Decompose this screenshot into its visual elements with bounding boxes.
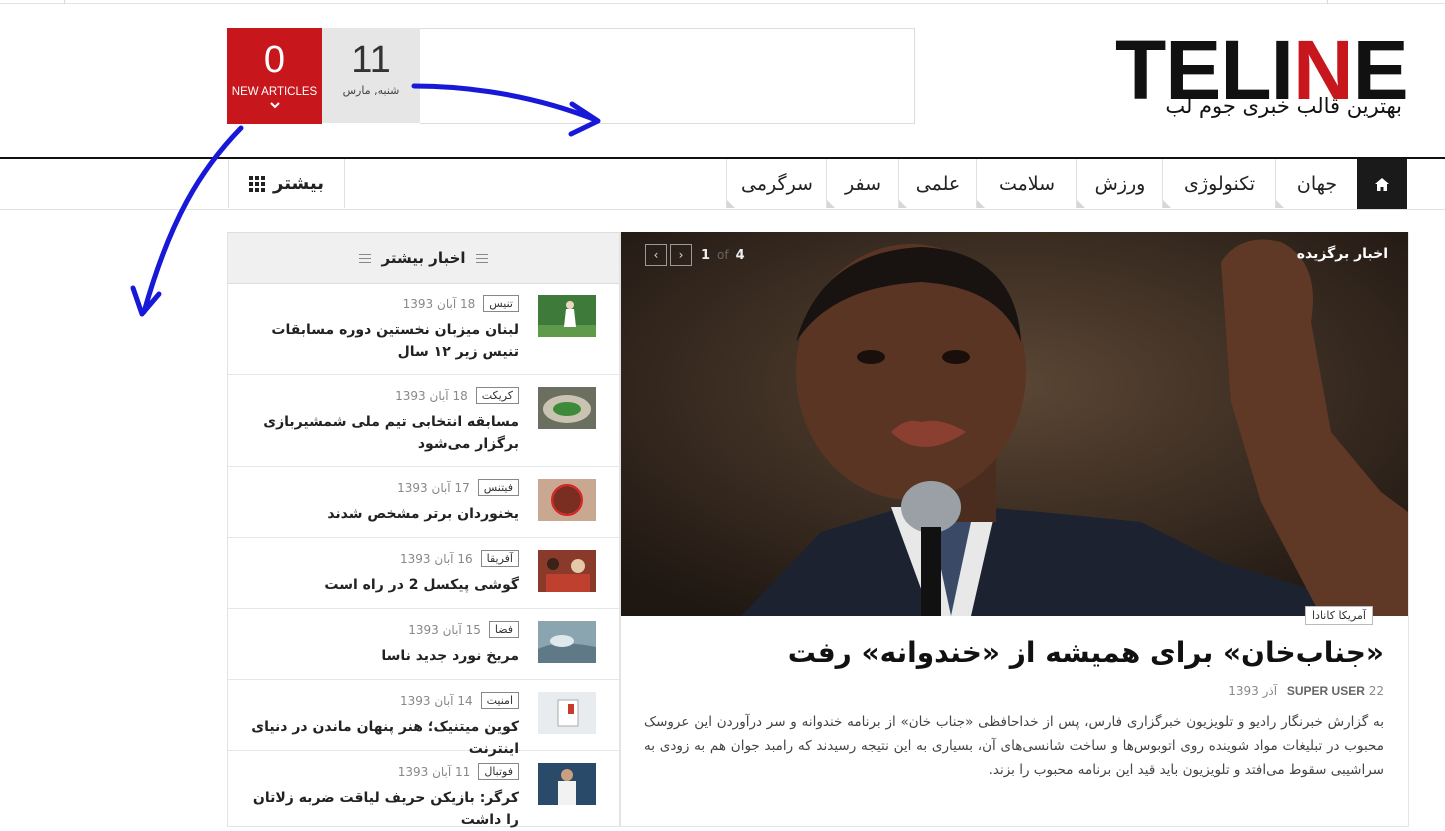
site-logo[interactable]: TELINE بهترین قالب خبری جوم لب <box>1115 23 1410 125</box>
list-item-title[interactable]: مریخ نورد جدید ناسا <box>249 645 519 667</box>
list-item[interactable]: آفریقا 16 آبان 1393 گوشی پیکسل 2 در راه ا… <box>228 538 619 609</box>
pager-next-button[interactable]: › <box>670 244 692 266</box>
list-item[interactable]: تنیس 18 آبان 1393 لبنان میزبان نخستین دور… <box>228 283 619 375</box>
featured-headline[interactable]: «جناب‌خان» برای همیشه از «خندوانه» رفت <box>788 636 1384 669</box>
nav-more-button[interactable]: بیشتر <box>228 159 345 208</box>
nav-item-world[interactable]: جهان <box>1275 159 1358 208</box>
list-item[interactable]: فوتبال 11 آبان 1393 کرگر: بازیکن حریف لیا… <box>228 751 619 828</box>
main-nav: جهان تکنولوژی ورزش سلامت علمی سفر سرگرمی… <box>0 157 1445 210</box>
featured-body: به گزارش خبرنگار رادیو و تلویزیون خبرگزا… <box>644 714 1384 778</box>
list-item-title[interactable]: گوشی پیکسل 2 در راه است <box>249 574 519 596</box>
list-item[interactable]: امنیت 14 آبان 1393 کوین میتنیک؛ هنر پنهان… <box>228 680 619 757</box>
list-item-date: 14 آبان 1393 <box>400 693 473 708</box>
new-articles-widget[interactable]: 0 NEW ARTICLES <box>227 28 322 124</box>
list-item[interactable]: کریکت 18 آبان 1393 مسابقه انتخابی تیم ملی… <box>228 375 619 467</box>
featured-article: اخبار برگزیده ‹ › 1 of 4 آمریکا کانادا «… <box>620 232 1409 827</box>
nav-item-health[interactable]: سلامت <box>976 159 1077 208</box>
top-strip <box>0 0 1445 4</box>
top-divider <box>1327 0 1328 4</box>
list-item-tag[interactable]: فیتنس <box>477 479 519 496</box>
featured-image[interactable]: اخبار برگزیده ‹ › 1 of 4 <box>621 232 1408 616</box>
thumbnail-ice <box>538 621 596 663</box>
list-item-tag[interactable]: تنیس <box>483 295 519 312</box>
pager-total: 4 <box>735 247 745 263</box>
pager-current: 1 <box>701 247 711 263</box>
nav-item-entertainment[interactable]: سرگرمی <box>726 159 827 208</box>
logo-tagline: بهترین قالب خبری جوم لب <box>1165 94 1402 118</box>
list-item-title[interactable]: مسابقه انتخابی تیم ملی شمشیربازی برگزار … <box>249 411 519 455</box>
list-item-tag[interactable]: کریکت <box>475 387 519 404</box>
nav-more-label: بیشتر <box>273 173 324 194</box>
thumbnail-stadium <box>538 387 596 429</box>
list-item-tag[interactable]: فضا <box>488 621 519 638</box>
featured-author[interactable]: SUPER USER <box>1287 684 1365 698</box>
grid-icon <box>249 175 266 192</box>
list-item[interactable]: فیتنس 17 آبان 1393 یخنوردان برتر مشخص شدن… <box>228 467 619 538</box>
pager-of: of <box>717 248 729 262</box>
menu-lines-icon <box>475 253 488 263</box>
nav-item-technology[interactable]: تکنولوژی <box>1162 159 1276 208</box>
thumbnail-tennis <box>538 295 596 337</box>
list-item-date: 15 آبان 1393 <box>408 622 481 637</box>
list-item-date: 16 آبان 1393 <box>400 551 473 566</box>
featured-meta: SUPER USER 22 آذر 1393 <box>1228 684 1384 698</box>
speaker-photo <box>621 232 1408 616</box>
chevron-down-icon[interactable] <box>227 100 322 112</box>
thumbnail-fitness <box>538 479 596 521</box>
list-item-date: 18 آبان 1393 <box>395 388 468 403</box>
list-item-tag[interactable]: امنیت <box>480 692 519 709</box>
menu-lines-icon <box>359 253 372 263</box>
featured-category-badge[interactable]: آمریکا کانادا <box>1305 606 1373 625</box>
nav-item-sport[interactable]: ورزش <box>1076 159 1163 208</box>
list-item-title[interactable]: کرگر: بازیکن حریف لیاقت ضربه زلاتان را د… <box>249 787 519 831</box>
featured-pager: ‹ › 1 of 4 <box>645 244 745 266</box>
list-item-date: 18 آبان 1393 <box>402 296 476 311</box>
sidebar-header: اخبار بیشتر <box>228 232 619 284</box>
list-item-tag[interactable]: آفریقا <box>480 550 519 567</box>
annotation-arrowhead-down <box>130 285 162 317</box>
list-item[interactable]: فضا 15 آبان 1393 مریخ نورد جدید ناسا <box>228 609 619 680</box>
thumbnail-football <box>538 763 596 805</box>
nav-item-travel[interactable]: سفر <box>826 159 899 208</box>
date-day: 11 <box>351 39 391 81</box>
list-item-title[interactable]: یخنوردان برتر مشخص شدند <box>249 503 519 525</box>
nav-item-science[interactable]: علمی <box>898 159 977 208</box>
thumbnail-security <box>538 692 596 734</box>
date-widget: 11 شنبه, مارس <box>322 28 420 123</box>
more-news-sidebar: اخبار بیشتر تنیس 18 آبان 1393 لبنان میزبا… <box>227 232 620 828</box>
home-icon <box>1375 177 1389 191</box>
date-weekday-month: شنبه, مارس <box>342 84 400 97</box>
nav-home-button[interactable] <box>1357 159 1407 209</box>
pager-prev-button[interactable]: ‹ <box>645 244 667 266</box>
list-item-date: 17 آبان 1393 <box>397 480 470 495</box>
sidebar-title: اخبار بیشتر <box>381 249 466 267</box>
list-item-tag[interactable]: فوتبال <box>478 763 519 780</box>
list-item-date: 11 آبان 1393 <box>397 764 471 779</box>
thumbnail-crowd <box>538 550 596 592</box>
list-item-title[interactable]: لبنان میزبان نخستین دوره مسابقات تنیس زی… <box>249 319 519 363</box>
header-ad-area <box>420 28 915 124</box>
new-articles-count: 0 <box>263 39 286 81</box>
new-articles-label: NEW ARTICLES <box>231 86 318 98</box>
top-divider <box>64 0 65 4</box>
featured-section-title: اخبار برگزیده <box>1296 246 1388 262</box>
